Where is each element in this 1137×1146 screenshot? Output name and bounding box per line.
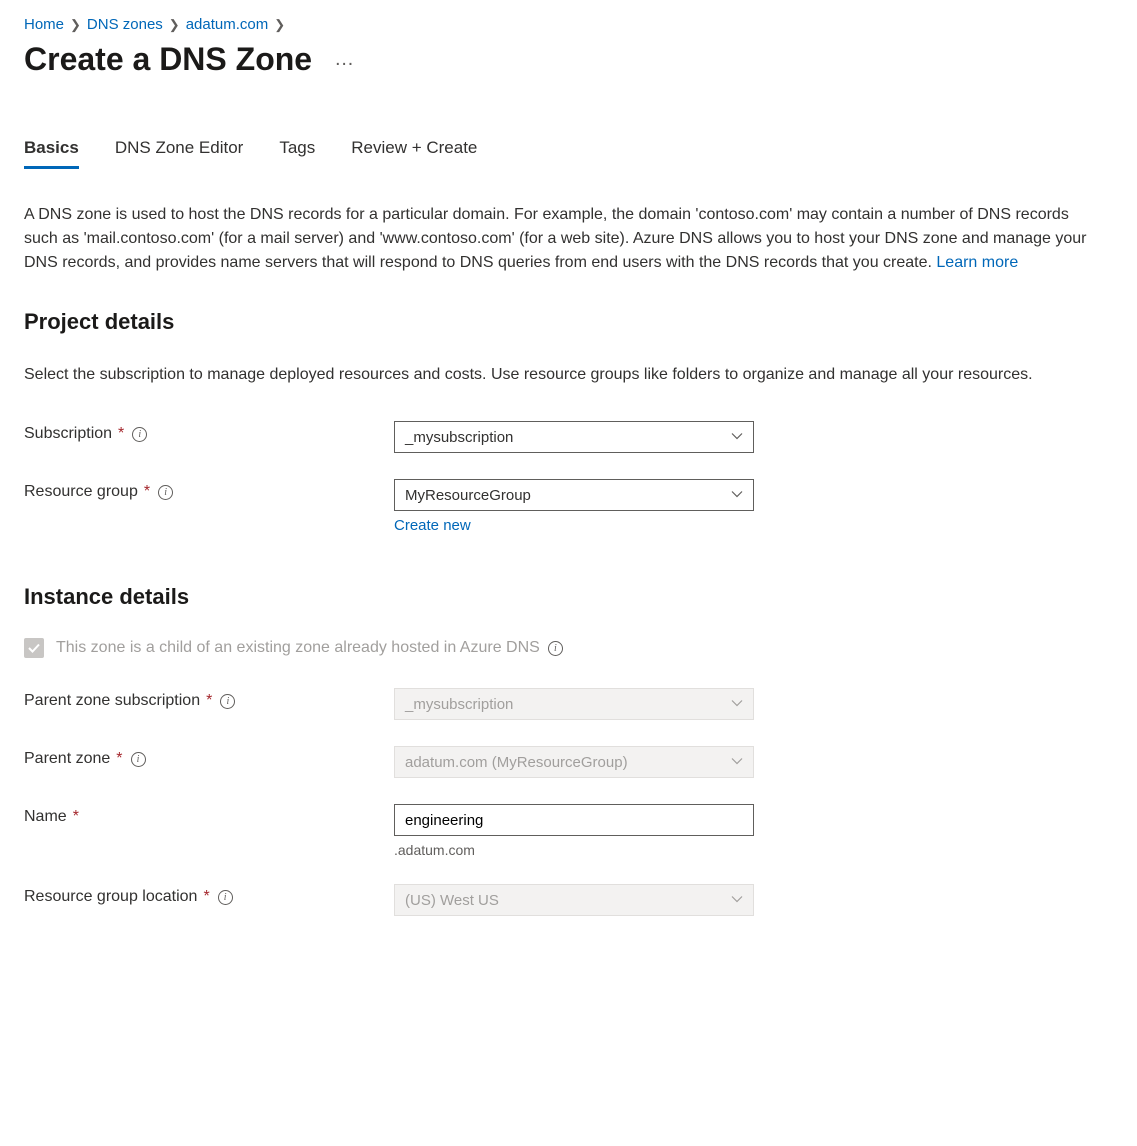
breadcrumb-adatum[interactable]: adatum.com xyxy=(186,16,269,33)
name-label: Name* xyxy=(24,804,394,826)
resource-group-location-dropdown: (US) West US xyxy=(394,884,754,916)
chevron-down-icon xyxy=(731,892,743,909)
instance-details-heading: Instance details xyxy=(24,584,1113,610)
info-icon[interactable]: i xyxy=(131,752,146,767)
name-field[interactable] xyxy=(394,804,754,836)
child-zone-checkbox[interactable] xyxy=(24,638,44,658)
child-zone-label: This zone is a child of an existing zone… xyxy=(56,639,540,657)
parent-zone-subscription-dropdown: _mysubscription xyxy=(394,688,754,720)
project-details-heading: Project details xyxy=(24,309,1113,335)
resource-group-dropdown[interactable]: MyResourceGroup xyxy=(394,479,754,511)
resource-group-label: Resource group* i xyxy=(24,479,394,501)
subscription-label: Subscription* i xyxy=(24,421,394,443)
breadcrumb-dns-zones[interactable]: DNS zones xyxy=(87,16,163,33)
tabs: Basics DNS Zone Editor Tags Review + Cre… xyxy=(24,138,1113,169)
info-icon[interactable]: i xyxy=(220,694,235,709)
info-icon[interactable]: i xyxy=(158,485,173,500)
create-new-link[interactable]: Create new xyxy=(394,517,471,534)
project-details-description: Select the subscription to manage deploy… xyxy=(24,363,1104,387)
breadcrumb: Home ❯ DNS zones ❯ adatum.com ❯ xyxy=(24,16,1113,33)
breadcrumb-home[interactable]: Home xyxy=(24,16,64,33)
chevron-right-icon: ❯ xyxy=(169,17,180,33)
more-actions-button[interactable]: … xyxy=(328,48,361,71)
chevron-down-icon xyxy=(731,487,743,504)
chevron-right-icon: ❯ xyxy=(274,17,285,33)
info-icon[interactable]: i xyxy=(132,427,147,442)
intro-description: A DNS zone is used to host the DNS recor… xyxy=(24,203,1104,275)
resource-group-location-label: Resource group location* i xyxy=(24,884,394,906)
parent-zone-label: Parent zone* i xyxy=(24,746,394,768)
info-icon[interactable]: i xyxy=(548,641,563,656)
name-suffix: .adatum.com xyxy=(394,842,754,858)
learn-more-link[interactable]: Learn more xyxy=(936,254,1018,271)
chevron-down-icon xyxy=(731,429,743,446)
chevron-down-icon xyxy=(731,754,743,771)
chevron-down-icon xyxy=(731,696,743,713)
tab-dns-zone-editor[interactable]: DNS Zone Editor xyxy=(115,138,244,169)
tab-review-create[interactable]: Review + Create xyxy=(351,138,477,169)
page-title: Create a DNS Zone xyxy=(24,41,312,78)
instance-details-section: Instance details This zone is a child of… xyxy=(24,584,1113,916)
project-details-section: Project details Select the subscription … xyxy=(24,309,1113,534)
tab-tags[interactable]: Tags xyxy=(279,138,315,169)
info-icon[interactable]: i xyxy=(218,890,233,905)
intro-text: A DNS zone is used to host the DNS recor… xyxy=(24,206,1086,271)
chevron-right-icon: ❯ xyxy=(70,17,81,33)
tab-basics[interactable]: Basics xyxy=(24,138,79,169)
parent-zone-dropdown: adatum.com (MyResourceGroup) xyxy=(394,746,754,778)
subscription-dropdown[interactable]: _mysubscription xyxy=(394,421,754,453)
parent-zone-subscription-label: Parent zone subscription* i xyxy=(24,688,394,710)
